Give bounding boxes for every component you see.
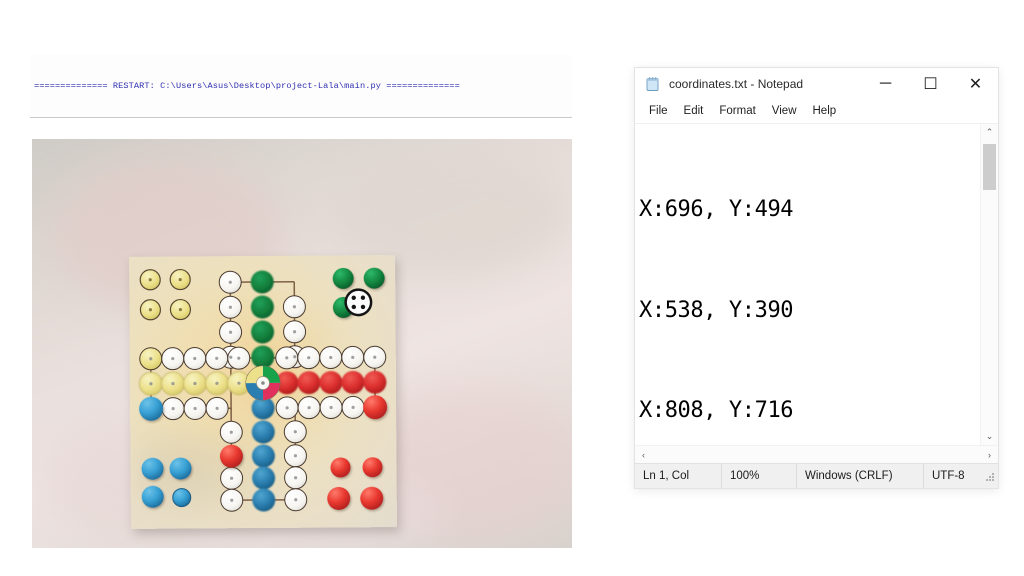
status-cursor-position: Ln 1, Col [635,464,722,488]
notepad-menubar[interactable]: File Edit Format View Help [635,99,998,123]
board-graphics [139,267,388,512]
vertical-scrollbar[interactable]: ⌃ ⌄ [980,124,998,445]
notepad-window[interactable]: coordinates.txt - Notepad ─ ☐ ✕ File Edi… [635,68,998,488]
scroll-right-icon[interactable]: › [981,446,998,463]
home-base-red [327,457,384,510]
menu-item-edit[interactable]: Edit [676,103,712,119]
menu-item-format[interactable]: Format [711,103,763,119]
scroll-down-icon[interactable]: ⌄ [981,428,998,445]
shell-line: ============== RESTART: C:\Users\Asus\De… [34,81,460,92]
python-shell-output-panel: ============== RESTART: C:\Users\Asus\De… [30,55,572,118]
vertical-scroll-thumb[interactable] [983,144,996,190]
document-line: X:696, Y:494 [639,197,794,222]
minimize-button[interactable]: ─ [863,68,908,99]
resize-grip-icon[interactable] [982,469,996,483]
menu-item-view[interactable]: View [764,103,805,119]
document-line: X:538, Y:390 [639,297,794,323]
notepad-status-bar: Ln 1, Col 100% Windows (CRLF) UTF-8 [635,463,998,488]
screen-root: ============== RESTART: C:\Users\Asus\De… [0,0,1024,576]
close-button[interactable]: ✕ [953,68,998,99]
status-line-ending: Windows (CRLF) [797,464,924,488]
maximize-button[interactable]: ☐ [908,68,953,99]
ludo-board [129,255,397,529]
notepad-text-area[interactable]: X:696, Y:494 X:538, Y:390 X:808, Y:716 X… [635,124,980,445]
home-base-yellow [139,268,192,321]
home-base-blue [141,457,192,508]
notepad-body: X:696, Y:494 X:538, Y:390 X:808, Y:716 X… [635,123,998,445]
status-encoding: UTF-8 [932,470,965,482]
notepad-title-text: coordinates.txt - Notepad [669,76,804,91]
notepad-icon [645,76,661,92]
dice [344,288,373,317]
shell-output-text: ============== RESTART: C:\Users\Asus\De… [34,58,460,117]
document-line: X:808, Y:716 [639,398,794,423]
ludo-board-photo [32,139,572,548]
menu-item-file[interactable]: File [641,103,676,119]
board-center-rosette [245,365,281,401]
horizontal-scrollbar[interactable]: ‹ › [635,445,998,463]
scroll-up-icon[interactable]: ⌃ [981,124,998,141]
scroll-left-icon[interactable]: ‹ [635,446,652,463]
notepad-titlebar[interactable]: coordinates.txt - Notepad ─ ☐ ✕ [635,68,998,99]
shell-line: 4 [34,116,460,117]
status-zoom-level: 100% [722,464,797,488]
menu-item-help[interactable]: Help [805,103,845,119]
